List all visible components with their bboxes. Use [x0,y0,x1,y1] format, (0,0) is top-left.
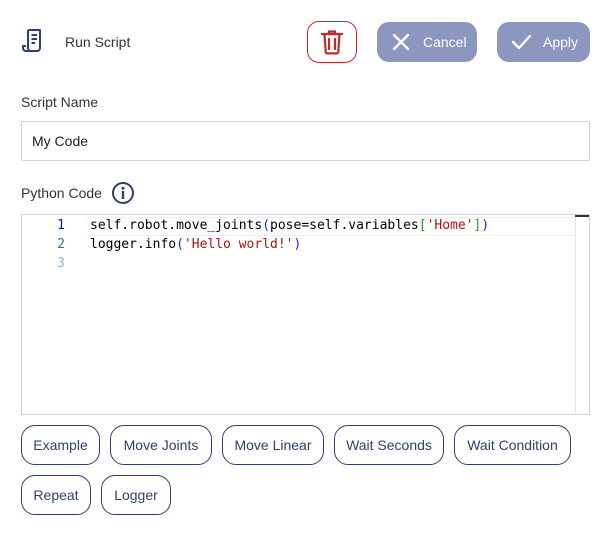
repeat-snippet-button[interactable]: Repeat [21,475,91,515]
script-name-label: Script Name [21,94,99,110]
scrollbar-cursor-marker [575,215,589,217]
wait-condition-snippet-button[interactable]: Wait Condition [454,425,571,465]
move-linear-snippet-button[interactable]: Move Linear [222,425,324,465]
delete-button[interactable] [307,21,357,63]
check-icon [511,34,531,50]
line-number-gutter: 1 2 3 [22,215,86,414]
vertical-scrollbar[interactable] [575,215,589,414]
page-title: Run Script [65,34,131,50]
python-code-label: Python Code [21,185,102,201]
script-icon [22,29,41,52]
line-number: 3 [57,256,65,271]
code-line[interactable]: logger.info('Hello world!') [90,237,301,252]
example-snippet-button[interactable]: Example [21,425,100,465]
apply-button[interactable]: Apply [497,22,590,62]
logger-snippet-button[interactable]: Logger [101,475,171,515]
line-number: 2 [57,237,65,252]
close-icon [392,33,410,51]
line-number: 1 [57,218,65,233]
script-name-input[interactable] [21,121,590,161]
apply-label: Apply [543,34,579,50]
run-script-panel: Run Script Cancel Apply Script Name Pyth… [0,0,611,536]
move-joints-snippet-button[interactable]: Move Joints [110,425,212,465]
cancel-button[interactable]: Cancel [377,22,477,62]
wait-seconds-snippet-button[interactable]: Wait Seconds [334,425,444,465]
code-line[interactable]: self.robot.move_joints(pose=self.variabl… [90,218,489,233]
trash-icon [321,30,343,55]
cancel-label: Cancel [423,34,467,50]
code-editor[interactable]: 1 2 3 self.robot.move_joints(pose=self.v… [21,214,590,415]
info-icon[interactable] [111,181,135,205]
